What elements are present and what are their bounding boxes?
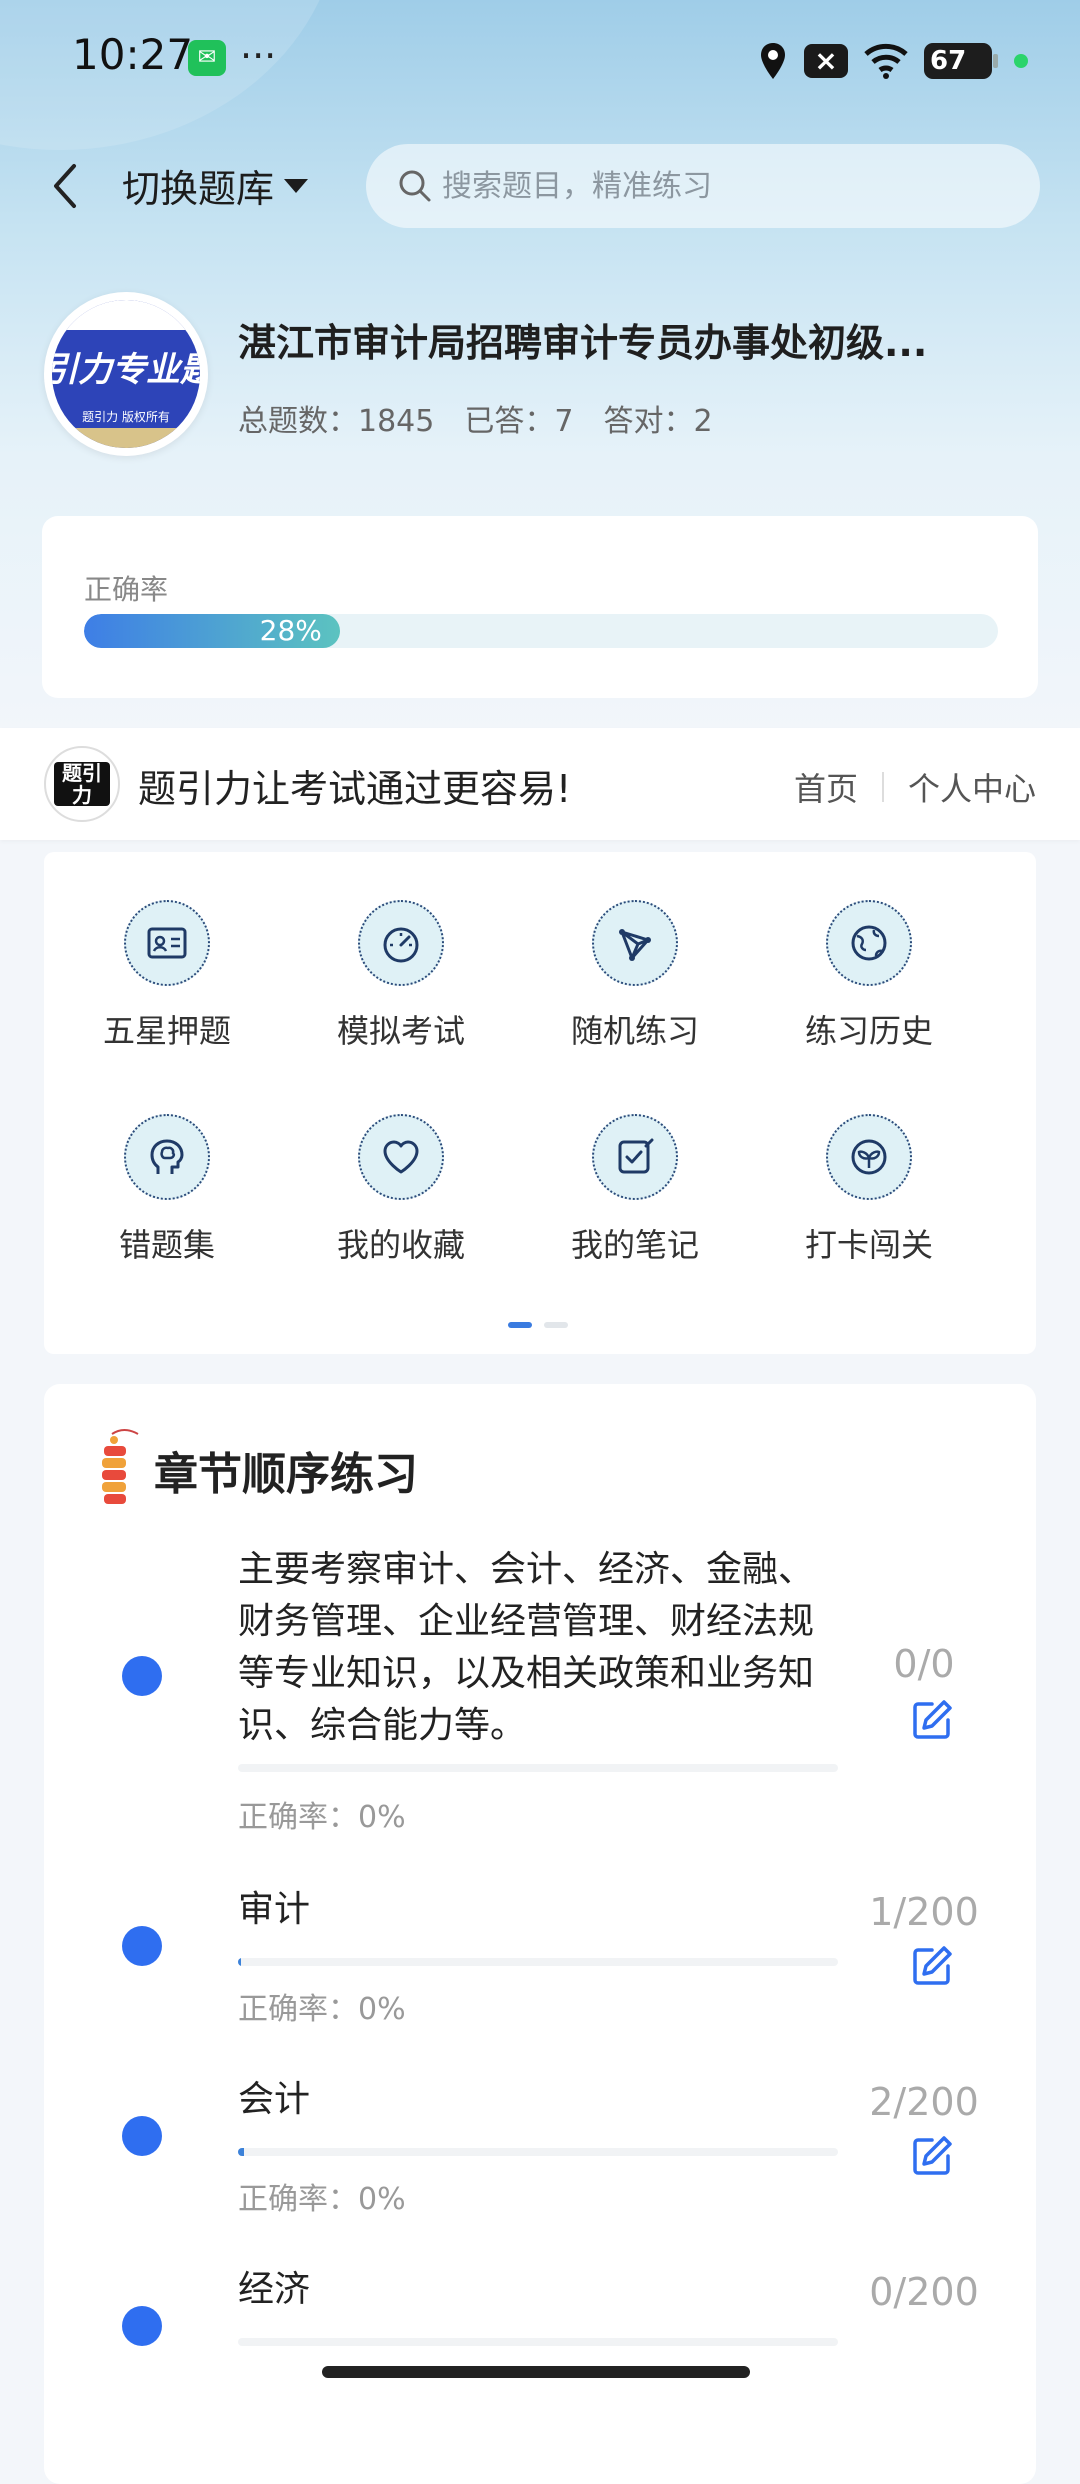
accuracy-progress-fill: 28%	[84, 614, 340, 648]
chapter-accuracy: 正确率：0%	[238, 1800, 406, 1835]
bank-title: 湛江市审计局招聘审计专员办事处初级...	[238, 321, 928, 365]
menu-label: 随机练习	[570, 1012, 699, 1050]
chapter-bullet	[122, 2306, 162, 2346]
total-count: 总题数：1845	[238, 404, 435, 439]
chapter-title: 章节顺序练习	[154, 1449, 418, 1500]
chapter-name: 审计	[238, 1889, 311, 1930]
id-card-icon	[147, 927, 187, 959]
accuracy-progress-bar: 28%	[84, 614, 998, 648]
chapter-accuracy: 正确率：0%	[238, 2182, 406, 2217]
chapter-progress-bar	[238, 2338, 838, 2346]
status-time: 10:27	[72, 30, 194, 79]
chapter-progress-bar	[238, 1764, 838, 1772]
home-link[interactable]: 首页	[794, 764, 858, 810]
menu-item-favorites[interactable]: 我的收藏	[284, 1114, 518, 1266]
profile-link[interactable]: 个人中心	[908, 764, 1036, 810]
link-divider	[881, 772, 884, 802]
wechat-icon: ✉	[188, 40, 226, 76]
menu-label: 打卡闯关	[804, 1226, 933, 1264]
chapter-bullet	[122, 1926, 162, 1966]
menu-item-history[interactable]: 练习历史	[752, 900, 986, 1052]
switch-bank-label: 切换题库	[122, 167, 275, 211]
bank-stats: 总题数：1845 已答：7 答对：2	[238, 396, 713, 440]
close-box-icon: ×	[804, 44, 848, 78]
chapter-count: 0/200	[869, 2270, 979, 2314]
chapter-accuracy: 正确率：0%	[238, 1992, 406, 2027]
location-icon	[761, 43, 785, 79]
menu-item-notes[interactable]: 我的笔记	[518, 1114, 752, 1266]
chapter-practice-card: 章节顺序练习 主要考察审计、会计、经济、金融、财务管理、企业经营管理、财经法规等…	[44, 1384, 1036, 2484]
home-indicator[interactable]	[322, 2366, 750, 2378]
wifi-icon	[864, 43, 908, 79]
network-icon	[619, 929, 651, 961]
back-arrow-icon[interactable]	[46, 160, 86, 212]
chapter-name: 主要考察审计、会计、经济、金融、财务管理、企业经营管理、财经法规等专业知识，以及…	[238, 1549, 815, 1746]
chapter-bullet	[122, 2116, 162, 2156]
answered-count: 已答：7	[464, 404, 574, 439]
menu-item-checkin[interactable]: 打卡闯关	[752, 1114, 986, 1266]
chapter-count: 2/200	[869, 2080, 979, 2124]
edit-icon[interactable]	[908, 2132, 956, 2180]
page-indicator	[508, 1322, 568, 1328]
search-bar[interactable]	[366, 144, 1040, 228]
menu-label: 我的笔记	[570, 1226, 699, 1264]
brand-slogan: 题引力让考试通过更容易!	[138, 767, 572, 811]
correct-count: 答对：2	[603, 404, 713, 439]
page-dot-active	[508, 1322, 532, 1328]
chapter-item[interactable]: 经济 0/200	[44, 2264, 1036, 2414]
menu-label: 五星押题	[102, 1012, 231, 1050]
chapter-bullet	[122, 1656, 162, 1696]
chapter-header: 章节顺序练习	[90, 1424, 418, 1516]
menu-label: 我的收藏	[336, 1226, 465, 1264]
chapter-item[interactable]: 主要考察审计、会计、经济、金融、财务管理、企业经营管理、财经法规等专业知识，以及…	[44, 1544, 1036, 1835]
heart-icon	[383, 1140, 419, 1174]
speedometer-icon	[383, 927, 419, 963]
search-input[interactable]	[440, 167, 1004, 205]
search-icon	[399, 170, 431, 202]
firecracker-icon	[102, 1429, 139, 1504]
chapter-name: 会计	[238, 2079, 311, 2120]
menu-item-wrong-questions[interactable]: 错题集	[50, 1114, 284, 1266]
caret-down-icon	[284, 178, 309, 193]
menu-label: 错题集	[118, 1226, 215, 1264]
chapter-item[interactable]: 审计 正确率：0% 1/200	[44, 1884, 1036, 2034]
chapter-count: 1/200	[869, 1890, 979, 1934]
battery-icon: 67	[924, 43, 998, 79]
accuracy-label: 正确率	[84, 573, 169, 606]
chapter-progress-bar	[238, 1958, 838, 1966]
chapter-item[interactable]: 会计 正确率：0% 2/200	[44, 2074, 1036, 2224]
menu-item-mock-exam[interactable]: 模拟考试	[284, 900, 518, 1052]
feature-grid: 五星押题 模拟考试 随机练习 练习历史 错题集 我的收藏 我的笔记 打卡闯关	[44, 852, 1036, 1354]
edit-icon[interactable]	[908, 1696, 956, 1744]
bank-logo-text: 引力专业题	[52, 350, 200, 390]
switch-bank-button[interactable]: 切换题库	[122, 158, 309, 213]
chapter-progress-bar	[238, 2148, 838, 2156]
sprout-icon	[851, 1139, 887, 1175]
menu-label: 模拟考试	[336, 1012, 465, 1050]
globe-icon	[851, 925, 887, 961]
edit-icon[interactable]	[908, 1942, 956, 1990]
brand-logo: 题引力	[44, 746, 120, 822]
note-check-icon	[618, 1138, 654, 1174]
accuracy-card: 正确率 28%	[42, 516, 1038, 698]
bank-logo-caption: 题引力 版权所有	[82, 410, 170, 424]
status-bar: 10:27 ✉ ··· × 67	[0, 0, 1080, 118]
brain-head-icon	[150, 1139, 184, 1174]
privacy-indicator-icon	[1014, 54, 1028, 68]
brand-logo-text: 题引力	[54, 762, 110, 806]
menu-item-random-practice[interactable]: 随机练习	[518, 900, 752, 1052]
more-notifications-icon: ···	[240, 34, 277, 78]
chapter-name: 经济	[238, 2269, 311, 2310]
menu-item-five-star[interactable]: 五星押题	[50, 900, 284, 1052]
bank-logo: 引力专业题 题引力 版权所有	[44, 292, 208, 456]
page-dot	[544, 1322, 568, 1328]
chapter-count: 0/0	[893, 1642, 955, 1686]
menu-label: 练习历史	[804, 1012, 933, 1050]
brand-banner: 题引力 题引力让考试通过更容易! 首页 个人中心	[0, 728, 1080, 840]
